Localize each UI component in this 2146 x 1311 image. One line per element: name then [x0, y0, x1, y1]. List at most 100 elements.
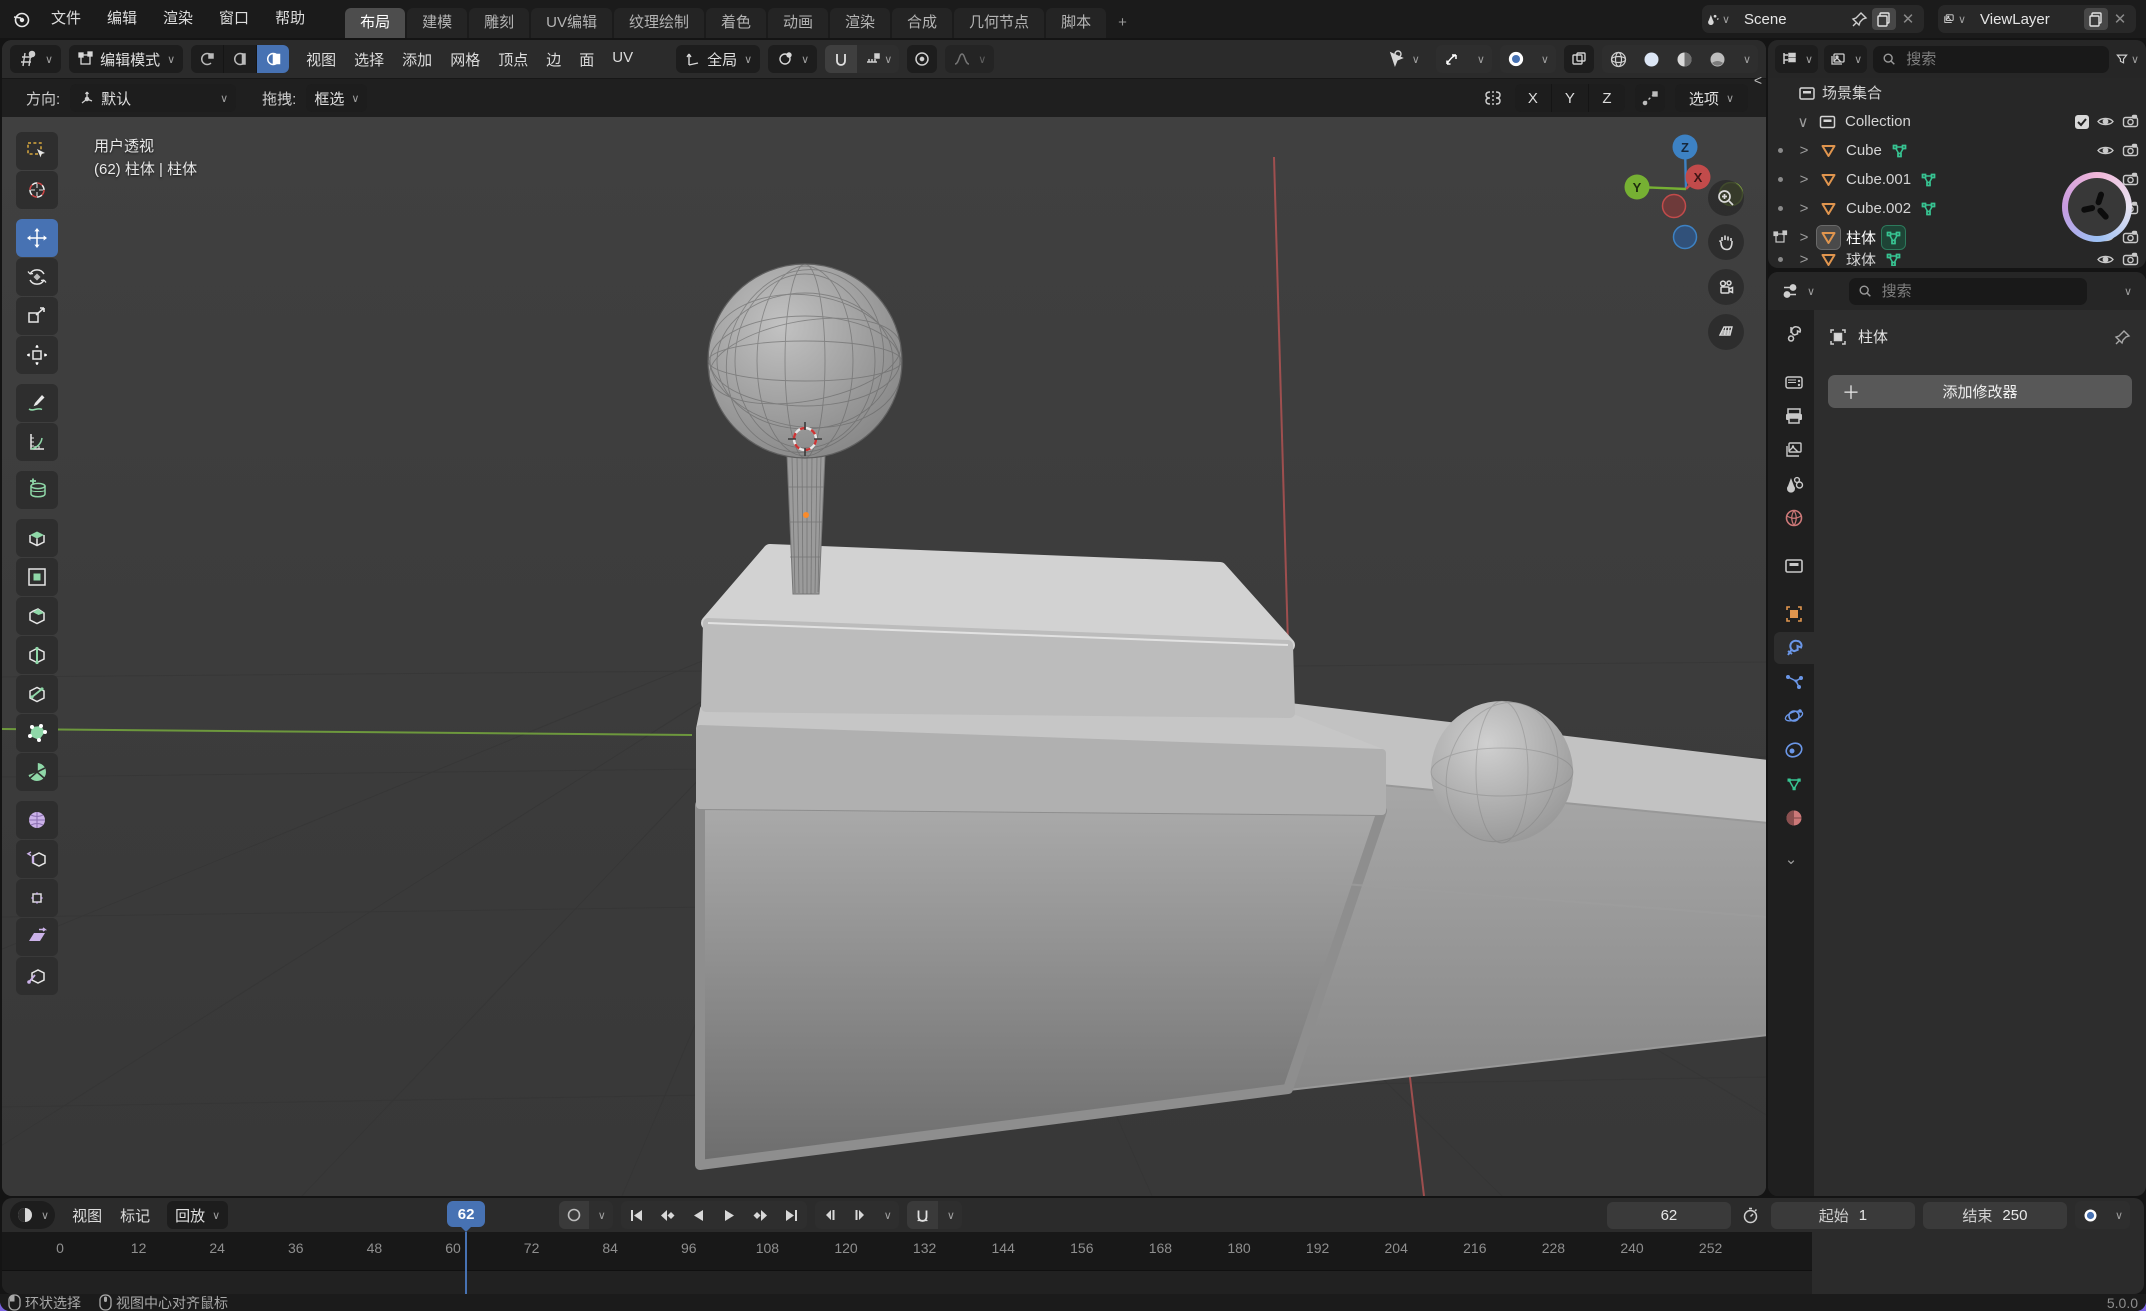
viewport-canvas[interactable]: Z X Y — [2, 117, 1766, 1196]
next-keyframe-icon[interactable] — [745, 1201, 776, 1229]
drag-setting-dropdown[interactable]: 框选∨ — [306, 84, 367, 112]
face-select-icon[interactable] — [257, 45, 289, 73]
timeline-snap-icon[interactable] — [907, 1201, 938, 1229]
disable-render-icon[interactable] — [2121, 252, 2140, 266]
mirror-axis-x[interactable]: X — [1515, 84, 1552, 112]
prev-keyframe-icon[interactable] — [652, 1201, 683, 1229]
outliner-display-mode-button[interactable]: ∨ — [1775, 45, 1818, 73]
sidebar-collapse-icon[interactable]: < — [1754, 72, 1762, 88]
hide-viewport-icon[interactable] — [2096, 141, 2115, 160]
selected-vertex[interactable] — [803, 512, 809, 518]
topbar-menu-渲染[interactable]: 渲染 — [150, 0, 206, 38]
current-frame-field[interactable]: 62 — [1607, 1202, 1731, 1229]
proportional-falloff-button[interactable]: ∨ — [945, 45, 994, 73]
new-viewlayer-icon[interactable] — [2084, 8, 2108, 30]
outliner-item-name[interactable]: 球体 — [1846, 252, 1876, 266]
jump-to-start-icon[interactable] — [621, 1201, 652, 1229]
workspace-tab-合成[interactable]: 合成 — [892, 8, 952, 38]
properties-tab-modifiers[interactable] — [1774, 632, 1814, 664]
expander-icon[interactable]: > — [1797, 171, 1811, 188]
tool-edge-slide-button[interactable] — [16, 840, 58, 878]
mirror-axis-z[interactable]: Z — [1589, 84, 1625, 112]
tool-rip-button[interactable] — [16, 957, 58, 995]
orientation-setting-dropdown[interactable]: 默认 ∨ — [70, 84, 236, 112]
keying-dropdown[interactable]: ∨ — [589, 1201, 613, 1229]
outliner-item-name[interactable]: 柱体 — [1846, 227, 1876, 248]
step-back-icon[interactable] — [815, 1201, 845, 1229]
properties-tab-output[interactable] — [1774, 400, 1814, 432]
mode-selector[interactable]: 编辑模式∨ — [69, 45, 183, 73]
new-scene-icon[interactable] — [1872, 8, 1896, 30]
timeline-snap-chevron[interactable]: ∨ — [938, 1201, 962, 1229]
step-options-chevron[interactable]: ∨ — [875, 1201, 899, 1229]
unlink-scene-icon[interactable]: ✕ — [1896, 8, 1920, 30]
outliner-filter-mode-button[interactable]: ∨ — [1824, 45, 1867, 73]
scene-name[interactable]: Scene — [1730, 11, 1848, 28]
cylinder-object[interactable] — [787, 455, 825, 594]
outliner-funnel-icon[interactable]: ∨ — [2115, 48, 2139, 70]
timeline-overlays-icon[interactable] — [2075, 1201, 2106, 1229]
properties-tab-render[interactable] — [1774, 366, 1814, 398]
tool-select-box-button[interactable] — [16, 132, 58, 170]
pivot-point-button[interactable]: ∨ — [768, 45, 817, 73]
properties-search-input[interactable] — [1880, 282, 2078, 301]
properties-options-chevron[interactable]: ∨ — [2115, 280, 2139, 302]
expander-icon[interactable]: > — [1797, 142, 1811, 159]
shading-dropdown[interactable]: ∨ — [1734, 45, 1758, 73]
viewport-menu-选择[interactable]: 选择 — [345, 49, 393, 70]
snap-target-button[interactable]: ∨ — [857, 45, 899, 73]
transform-orientation-button[interactable]: 全局∨ — [676, 45, 760, 73]
outliner-item-name[interactable]: Cube.002 — [1846, 200, 1911, 217]
snap-toggle-icon[interactable] — [825, 45, 857, 73]
outliner-item-name[interactable]: Collection — [1845, 113, 1911, 130]
properties-search[interactable] — [1849, 278, 2087, 305]
properties-tab-scene[interactable] — [1774, 468, 1814, 500]
tool-loop-cut-button[interactable] — [16, 636, 58, 674]
properties-editor-type-button[interactable]: ∨ — [1775, 277, 1820, 305]
workspace-tab-渲染[interactable]: 渲染 — [830, 8, 890, 38]
proportional-projected-icon[interactable] — [1635, 84, 1665, 112]
viewlayer-name[interactable]: ViewLayer — [1966, 11, 2084, 28]
stopwatch-icon[interactable] — [1739, 1204, 1763, 1226]
workspace-tab-着色[interactable]: 着色 — [706, 8, 766, 38]
remove-viewlayer-icon[interactable]: ✕ — [2108, 8, 2132, 30]
viewport-menu-顶点[interactable]: 顶点 — [489, 49, 537, 70]
mirror-axis-y[interactable]: Y — [1552, 84, 1589, 112]
properties-tab-material[interactable] — [1774, 802, 1814, 834]
scene-browse-icon[interactable]: ∨ — [1706, 8, 1730, 30]
edge-select-icon[interactable] — [224, 45, 257, 73]
hide-viewport-icon[interactable] — [2096, 112, 2115, 131]
viewport-menu-边[interactable]: 边 — [537, 49, 570, 70]
timeline-editor-type-button[interactable]: ∨ — [10, 1201, 55, 1229]
vertex-select-icon[interactable] — [191, 45, 224, 73]
overlays-toggle-icon[interactable] — [1500, 45, 1532, 73]
tool-measure-button[interactable] — [16, 423, 58, 461]
properties-tabs-more-chevron[interactable]: ⌄ — [1785, 850, 1798, 868]
end-frame-field[interactable]: 结束 250 — [1923, 1202, 2067, 1229]
blender-logo-icon[interactable] — [10, 8, 34, 30]
tool-move-button[interactable] — [16, 219, 58, 257]
tool-transform-button[interactable] — [16, 336, 58, 374]
overlays-dropdown[interactable]: ∨ — [1532, 45, 1556, 73]
expander-icon[interactable]: > — [1797, 229, 1811, 246]
start-frame-field[interactable]: 起始 1 — [1771, 1202, 1915, 1229]
tool-cursor-button[interactable] — [16, 171, 58, 209]
small-sphere[interactable] — [1431, 701, 1573, 843]
timeline-menu-标记[interactable]: 标记 — [111, 1205, 159, 1226]
properties-tab-viewlayer[interactable] — [1774, 434, 1814, 466]
play-icon[interactable] — [714, 1201, 745, 1229]
outliner-item-name[interactable]: Cube — [1846, 142, 1882, 159]
viewport-menu-视图[interactable]: 视图 — [297, 49, 345, 70]
outliner-row-Cube[interactable]: > Cube — [1768, 136, 2146, 165]
visibility-popover-icon[interactable]: ∨ — [1377, 45, 1428, 73]
properties-tab-data[interactable] — [1774, 768, 1814, 800]
properties-tab-tool[interactable] — [1774, 318, 1814, 350]
playhead[interactable]: 62 — [447, 1201, 485, 1227]
outliner-row-Collection[interactable]: ∨Collection — [1768, 107, 2146, 136]
shading-material-icon[interactable] — [1668, 45, 1701, 73]
properties-tab-particles[interactable] — [1774, 666, 1814, 698]
workspace-tab-布局[interactable]: 布局 — [345, 8, 405, 38]
shading-solid-icon[interactable] — [1635, 45, 1668, 73]
outliner-row-球体[interactable]: >球体 — [1768, 252, 2146, 266]
topbar-menu-文件[interactable]: 文件 — [38, 0, 94, 38]
